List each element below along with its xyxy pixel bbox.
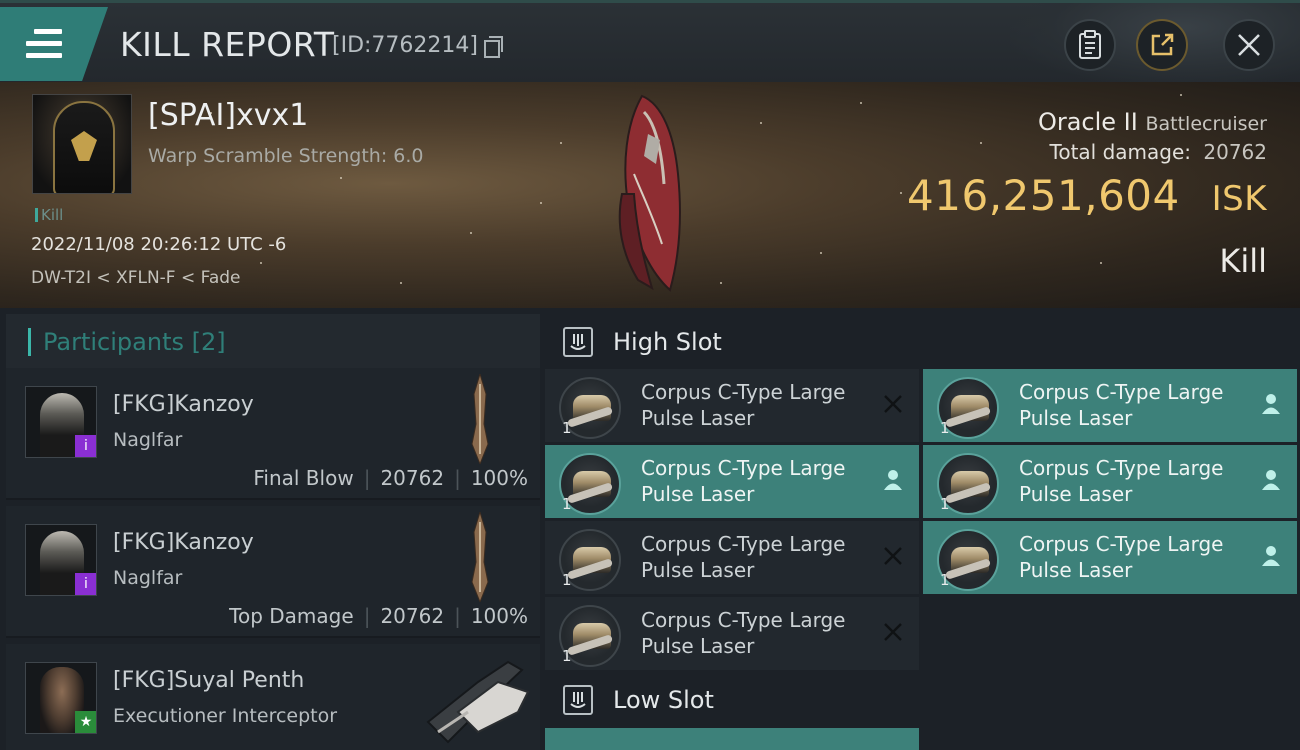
dropped-person-icon	[1259, 544, 1283, 568]
high-slot-item[interactable]: 1 Corpus C-Type Large Pulse Laser	[923, 369, 1297, 442]
module-quantity: 1	[940, 419, 950, 437]
module-quantity: 1	[562, 419, 572, 437]
module-name: Corpus C-Type Large Pulse Laser	[641, 608, 846, 658]
copy-icon[interactable]	[484, 36, 503, 58]
participant-stats: Final Blow | 20762 | 100%	[253, 466, 528, 490]
kill-datetime: 2022/11/08 20:26:12 UTC -6	[31, 234, 287, 255]
module-name: Corpus C-Type Large Pulse Laser	[1019, 532, 1224, 582]
participants-panel: Participants [2] i [FKG]Kanzoy Naglfar F…	[0, 308, 540, 750]
fittings-panel: High Slot 1 Corpus C-Type Large Pulse Las…	[541, 308, 1300, 750]
title-bar: KILL REPORT [ID:7762214]	[0, 0, 1300, 85]
module-name: Corpus C-Type Large Pulse Laser	[1019, 456, 1224, 506]
victim-ship-type[interactable]: Oracle II Battlecruiser	[1038, 108, 1267, 136]
report-result: Kill	[1219, 242, 1267, 280]
naglfar-ship-icon	[471, 512, 489, 602]
participant-name: [FKG]Kanzoy	[113, 530, 254, 555]
participant-row[interactable]: i [FKG]Kanzoy Naglfar Top Damage | 20762 |…	[6, 506, 540, 638]
high-slot-item[interactable]: 1 Corpus C-Type Large Pulse Laser	[923, 445, 1297, 518]
high-slot-icon	[563, 327, 593, 357]
dropped-person-icon	[1259, 468, 1283, 492]
close-icon	[1238, 34, 1260, 56]
low-slot-header: Low Slot	[541, 670, 1300, 730]
high-slot-item[interactable]: 1 Corpus C-Type Large Pulse Laser	[545, 445, 919, 518]
dropped-person-icon	[1259, 392, 1283, 416]
high-slot-item[interactable]: 1 Corpus C-Type Large Pulse Laser	[545, 369, 919, 442]
victim-name[interactable]: [SPAI]xvx1	[148, 98, 308, 133]
participant-avatar[interactable]: i	[25, 524, 97, 596]
clipboard-button[interactable]	[1064, 19, 1116, 71]
destroyed-x-icon	[881, 620, 905, 644]
module-name: Corpus C-Type Large Pulse Laser	[641, 532, 846, 582]
warp-scramble-strength: Warp Scramble Strength: 6.0	[148, 145, 424, 167]
participants-header: Participants [2]	[6, 314, 540, 368]
destroyed-x-icon	[881, 392, 905, 416]
module-quantity: 1	[562, 647, 572, 665]
alliance-badge-icon: i	[75, 435, 96, 457]
module-name: Corpus C-Type Large Pulse Laser	[641, 380, 846, 430]
low-slot-icon	[563, 685, 593, 715]
dropped-person-icon	[881, 468, 905, 492]
participant-avatar[interactable]: ★	[25, 662, 97, 734]
tag-marker-icon	[35, 208, 38, 222]
high-slot-item[interactable]: 1 Corpus C-Type Large Pulse Laser	[923, 521, 1297, 594]
module-name: Corpus C-Type Large Pulse Laser	[1019, 380, 1224, 430]
executioner-ship-icon	[426, 660, 530, 744]
menu-button[interactable]	[0, 7, 108, 81]
kill-tag: Kill	[35, 206, 63, 224]
isk-value: 416,251,604 ISK	[907, 171, 1267, 220]
low-slot-item[interactable]	[545, 728, 919, 750]
page-title: KILL REPORT	[120, 25, 335, 64]
participant-name: [FKG]Suyal Penth	[113, 668, 305, 693]
star-badge-icon: ★	[75, 711, 96, 733]
participant-stats: Top Damage | 20762 | 100%	[229, 604, 528, 628]
victim-banner: [SPAI]xvx1 Warp Scramble Strength: 6.0 K…	[0, 82, 1300, 308]
alliance-badge-icon: i	[75, 573, 96, 595]
header-marker-icon	[28, 328, 31, 356]
participant-row[interactable]: ★ [FKG]Suyal Penth Executioner Intercept…	[6, 644, 540, 750]
participant-avatar[interactable]: i	[25, 386, 97, 458]
participant-row[interactable]: i [FKG]Kanzoy Naglfar Final Blow | 20762 |…	[6, 368, 540, 500]
high-slot-header: High Slot	[541, 312, 1300, 372]
clipboard-icon	[1079, 30, 1101, 59]
module-quantity: 1	[562, 495, 572, 513]
high-slot-item[interactable]: 1 Corpus C-Type Large Pulse Laser	[545, 521, 919, 594]
share-button[interactable]	[1136, 19, 1188, 71]
close-button[interactable]	[1223, 19, 1275, 71]
hamburger-icon	[26, 29, 62, 59]
total-damage: Total damage: 20762	[1049, 140, 1267, 164]
participant-ship: Executioner Interceptor	[113, 705, 338, 727]
module-quantity: 1	[940, 571, 950, 589]
module-quantity: 1	[940, 495, 950, 513]
participant-name: [FKG]Kanzoy	[113, 392, 254, 417]
victim-ship-image[interactable]	[612, 94, 698, 294]
participant-ship: Naglfar	[113, 429, 183, 451]
victim-portrait[interactable]	[32, 94, 132, 194]
share-icon	[1151, 33, 1174, 56]
module-name: Corpus C-Type Large Pulse Laser	[641, 456, 846, 506]
naglfar-ship-icon	[471, 374, 489, 464]
report-id: [ID:7762214]	[332, 33, 478, 58]
high-slot-item[interactable]: 1 Corpus C-Type Large Pulse Laser	[545, 597, 919, 670]
module-quantity: 1	[562, 571, 572, 589]
low-slot-item[interactable]	[923, 728, 1297, 750]
kill-location[interactable]: DW-T2I < XFLN-F < Fade	[31, 268, 241, 288]
destroyed-x-icon	[881, 544, 905, 568]
participant-ship: Naglfar	[113, 567, 183, 589]
